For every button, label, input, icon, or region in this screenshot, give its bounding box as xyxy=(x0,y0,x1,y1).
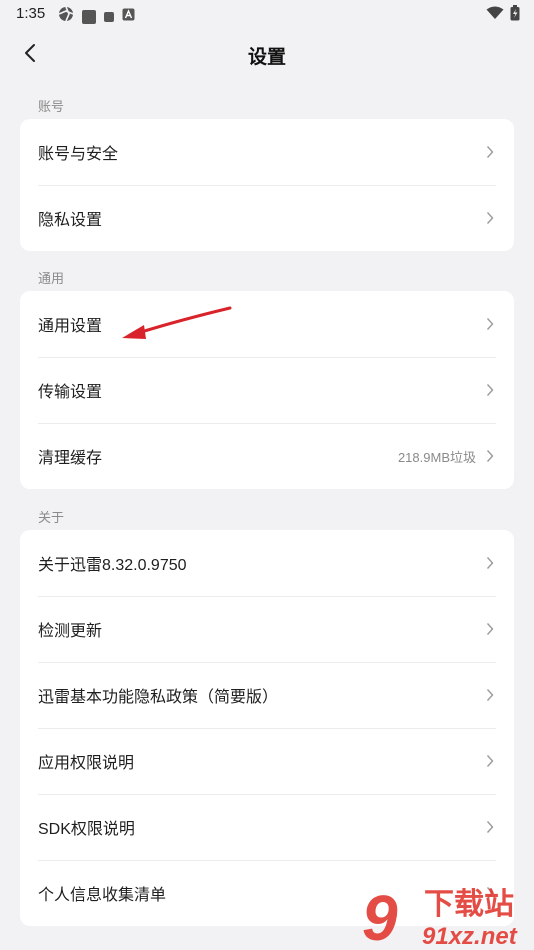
settings-item-label: SDK权限说明 xyxy=(38,821,135,838)
chevron-right-icon xyxy=(486,382,496,398)
cache-size-value: 218.9MB垃圾 xyxy=(397,449,476,465)
settings-item-label: 应用权限说明 xyxy=(38,755,135,772)
chevron-right-icon xyxy=(486,144,496,160)
chevron-right-icon xyxy=(486,621,496,637)
watermark-domain: 91xz.net xyxy=(422,923,518,950)
settings-item-check-update[interactable]: 检测更新 xyxy=(20,596,514,662)
settings-item-account-security[interactable]: 账号与安全 xyxy=(20,119,514,185)
section-label-about: 关于 xyxy=(38,510,65,525)
settings-item-transfer[interactable]: 传输设置 xyxy=(20,357,514,423)
aperture-icon xyxy=(58,6,74,27)
chevron-right-icon xyxy=(486,555,496,571)
settings-item-label: 账号与安全 xyxy=(38,146,119,163)
settings-item-privacy[interactable]: 隐私设置 xyxy=(20,185,514,251)
settings-item-label: 通用设置 xyxy=(38,318,103,335)
small-square-icon xyxy=(104,11,114,22)
status-bar: 1:35 xyxy=(0,0,534,28)
settings-item-clear-cache[interactable]: 清理缓存 218.9MB垃圾 xyxy=(20,423,514,489)
settings-item-label: 关于迅雷8.32.0.9750 xyxy=(38,557,187,574)
settings-item-label: 传输设置 xyxy=(38,384,103,401)
section-label-account: 账号 xyxy=(38,99,65,114)
status-time: 1:35 xyxy=(16,5,46,22)
settings-item-label: 清理缓存 xyxy=(38,450,103,467)
watermark-mark: 9 xyxy=(362,882,398,950)
chevron-right-icon xyxy=(486,210,496,226)
settings-item-app-permissions[interactable]: 应用权限说明 xyxy=(20,728,514,794)
a-box-icon xyxy=(122,8,135,26)
wifi-icon xyxy=(486,6,504,25)
general-card: 通用设置 传输设置 清理缓存 218.9MB垃圾 xyxy=(20,291,514,489)
about-card: 关于迅雷8.32.0.9750 检测更新 迅雷基本功能隐私政策（简要版） 应用权… xyxy=(20,530,514,926)
annotation-arrow-icon xyxy=(122,306,232,339)
chevron-right-icon xyxy=(486,753,496,769)
status-icons-right xyxy=(486,5,520,26)
settings-item-general[interactable]: 通用设置 xyxy=(20,291,514,357)
chevron-right-icon xyxy=(486,316,496,332)
app-square-icon xyxy=(82,9,96,24)
watermark-brand: 下载站 xyxy=(424,887,514,922)
watermark-logo: 9 下载站 91xz.net xyxy=(362,882,518,950)
settings-item-about-version[interactable]: 关于迅雷8.32.0.9750 xyxy=(20,530,514,596)
section-label-general: 通用 xyxy=(38,271,65,286)
chevron-right-icon xyxy=(486,819,496,835)
settings-item-sdk-permissions[interactable]: SDK权限说明 xyxy=(20,794,514,860)
page-title: 设置 xyxy=(247,47,286,68)
settings-item-label: 迅雷基本功能隐私政策（简要版） xyxy=(38,689,279,706)
account-card: 账号与安全 隐私设置 xyxy=(20,119,514,251)
chevron-right-icon xyxy=(486,687,496,703)
header-bar: 设置 xyxy=(0,28,534,80)
chevron-right-icon xyxy=(486,448,496,464)
settings-item-label: 隐私设置 xyxy=(38,212,103,229)
settings-item-privacy-policy[interactable]: 迅雷基本功能隐私政策（简要版） xyxy=(20,662,514,728)
battery-icon xyxy=(510,5,520,26)
settings-item-label: 检测更新 xyxy=(38,623,103,640)
status-icons-left xyxy=(58,6,135,27)
